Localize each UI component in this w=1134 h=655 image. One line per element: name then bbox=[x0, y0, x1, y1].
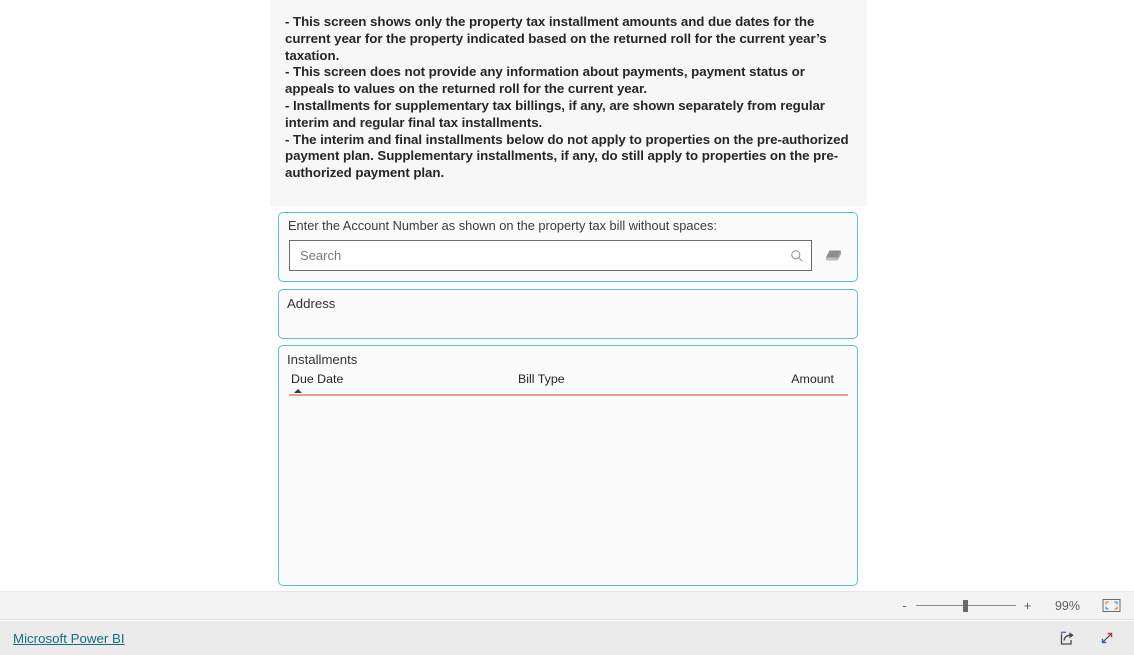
zoom-slider[interactable] bbox=[916, 599, 1016, 612]
account-number-slicer-title: Enter the Account Number as shown on the… bbox=[288, 218, 717, 233]
column-header-due-date[interactable]: Due Date bbox=[291, 372, 343, 387]
column-header-bill-type[interactable]: Bill Type bbox=[518, 372, 565, 387]
zoom-slider-thumb[interactable] bbox=[963, 600, 968, 612]
power-bi-brand-link[interactable]: Microsoft Power BI bbox=[13, 631, 125, 646]
search-icon[interactable] bbox=[790, 249, 804, 263]
fit-to-page-icon bbox=[1102, 599, 1120, 612]
zoom-level-label: 99% bbox=[1054, 598, 1080, 613]
footer-actions bbox=[1040, 625, 1134, 651]
share-icon bbox=[1060, 631, 1074, 645]
search-input[interactable]: Search bbox=[289, 240, 812, 271]
footer-bar: Microsoft Power BI bbox=[0, 621, 1134, 655]
instructions-line: - The interim and final installments bel… bbox=[285, 131, 849, 181]
instructions-line: - This screen does not provide any infor… bbox=[285, 64, 805, 97]
sort-ascending-icon bbox=[294, 389, 302, 393]
column-header-amount[interactable]: Amount bbox=[791, 372, 834, 387]
report-canvas: - This screen shows only the property ta… bbox=[0, 0, 1134, 591]
clear-selection-button[interactable] bbox=[819, 243, 847, 269]
zoom-toolbar: - + 99% bbox=[0, 591, 1134, 620]
table-body bbox=[279, 396, 857, 576]
instructions-line: - This screen shows only the property ta… bbox=[285, 14, 827, 63]
share-button[interactable] bbox=[1054, 625, 1080, 651]
eraser-icon bbox=[825, 250, 841, 260]
installments-table: Installments Due Date Bill Type Amount bbox=[278, 345, 858, 586]
search-input-placeholder: Search bbox=[300, 247, 342, 263]
instructions-panel: - This screen shows only the property ta… bbox=[270, 0, 867, 206]
full-screen-icon bbox=[1101, 632, 1113, 644]
installments-table-title: Installments bbox=[287, 352, 358, 367]
address-card: Address bbox=[278, 289, 858, 339]
account-number-slicer: Enter the Account Number as shown on the… bbox=[278, 212, 858, 282]
instructions-line: - Installments for supplementary tax bil… bbox=[285, 97, 825, 130]
search-row: Search bbox=[289, 240, 857, 271]
address-card-title: Address bbox=[287, 296, 336, 311]
table-header-row: Due Date Bill Type Amount bbox=[289, 372, 848, 396]
fit-to-page-button[interactable] bbox=[1100, 597, 1122, 615]
zoom-out-button[interactable]: - bbox=[898, 599, 911, 612]
fullscreen-button[interactable] bbox=[1094, 625, 1120, 651]
zoom-in-button[interactable]: + bbox=[1021, 599, 1034, 612]
